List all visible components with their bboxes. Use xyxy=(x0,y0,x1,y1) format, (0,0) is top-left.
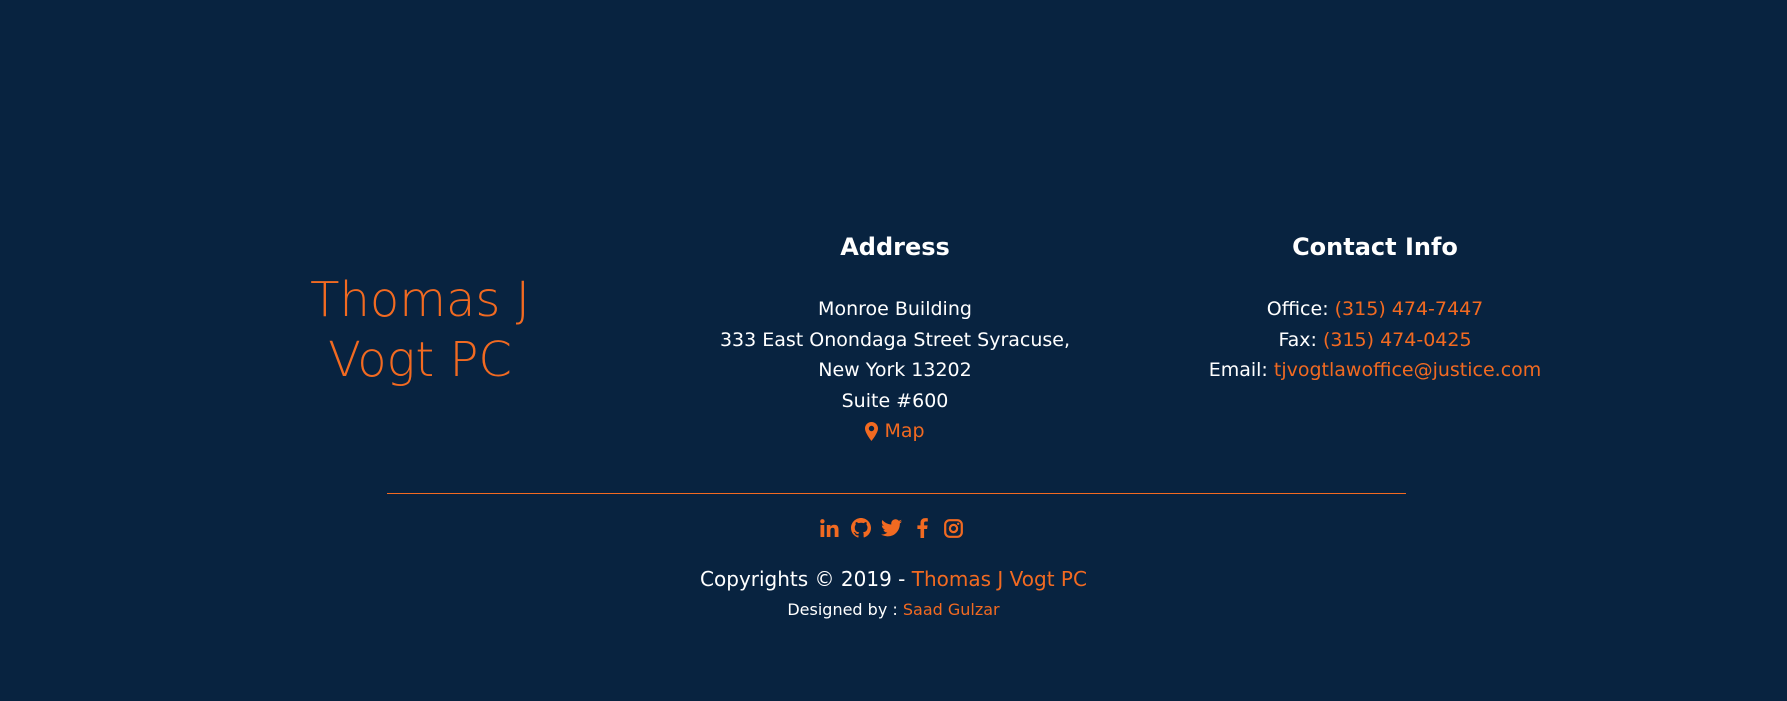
address-street: 333 East Onondaga Street Syracuse, xyxy=(719,328,1071,351)
footer-divider xyxy=(387,493,1406,494)
twitter-link[interactable] xyxy=(881,517,902,539)
social-links xyxy=(0,517,1785,539)
linkedin-link[interactable] xyxy=(819,517,840,539)
github-link[interactable] xyxy=(850,517,871,539)
address-building: Monroe Building xyxy=(818,298,972,320)
brand-line-1: Thomas J xyxy=(310,272,530,328)
copyright-line: Copyrights © 2019 - Thomas J Vogt PC xyxy=(0,564,1787,594)
facebook-link[interactable] xyxy=(912,517,933,539)
brand-name: Thomas J Vogt PC xyxy=(270,270,570,390)
instagram-link[interactable] xyxy=(943,517,964,539)
brand-line-2: Vogt PC xyxy=(328,332,512,388)
address-city: New York 13202 xyxy=(818,359,972,381)
designer-link[interactable]: Saad Gulzar xyxy=(903,600,1000,619)
designer-credit: Designed by : Saad Gulzar xyxy=(0,598,1787,622)
email-link[interactable]: tjvogtlawoffice@justice.com xyxy=(1274,359,1541,381)
linkedin-icon xyxy=(820,519,839,537)
site-footer: Thomas J Vogt PC Address Monroe Building… xyxy=(0,0,1787,701)
instagram-icon xyxy=(944,518,963,538)
github-icon xyxy=(850,518,871,538)
designer-prefix: Designed by : xyxy=(787,600,903,619)
map-marker-icon xyxy=(865,421,879,441)
copyright-prefix: Copyrights © 2019 - xyxy=(700,567,912,591)
address-suite: Suite #600 xyxy=(841,389,949,412)
email-row: Email: tjvogtlawoffice@justice.com xyxy=(1160,355,1590,386)
fax-row: Fax: (315) 474-0425 xyxy=(1160,325,1590,356)
map-link[interactable]: Map xyxy=(865,416,925,446)
office-phone-link[interactable]: (315) 474-7447 xyxy=(1335,298,1484,320)
map-label: Map xyxy=(884,420,925,442)
facebook-icon xyxy=(917,518,928,538)
address-section: Address Monroe Building 333 East Onondag… xyxy=(680,230,1110,450)
office-label: Office: xyxy=(1266,298,1335,320)
email-label: Email: xyxy=(1208,359,1274,381)
office-row: Office: (315) 474-7447 xyxy=(1160,294,1590,325)
contact-heading: Contact Info xyxy=(1292,233,1458,261)
copyright-owner-link[interactable]: Thomas J Vogt PC xyxy=(912,567,1087,591)
fax-label: Fax: xyxy=(1278,328,1323,351)
twitter-icon xyxy=(881,519,902,537)
contact-section: Contact Info Office: (315) 474-7447 Fax:… xyxy=(1160,230,1590,386)
address-heading: Address xyxy=(840,233,950,261)
fax-number-link[interactable]: (315) 474-0425 xyxy=(1323,329,1472,351)
